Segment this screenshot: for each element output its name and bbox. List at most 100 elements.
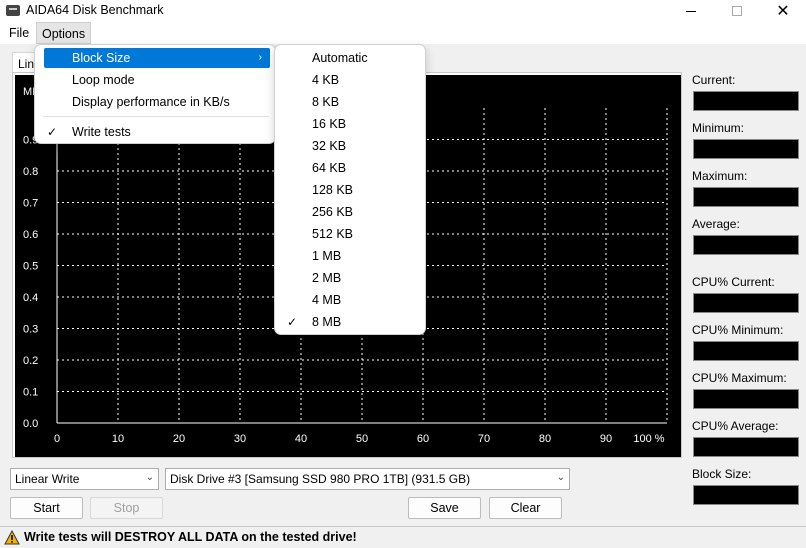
x-tick-label: 20 <box>173 433 185 445</box>
cpu-minimum-value <box>693 341 799 361</box>
y-tick-label: 0.1 <box>23 387 38 399</box>
minimize-button[interactable] <box>668 0 714 22</box>
menu-item-loop-mode[interactable]: Loop mode <box>35 70 275 90</box>
block-size-option[interactable]: 4 KB <box>275 70 425 90</box>
block-size-option-label: 1 MB <box>312 249 342 263</box>
block-size-option-label: 32 KB <box>312 139 347 153</box>
cpu-average-value <box>693 437 799 457</box>
cpu-current-label: CPU% Current: <box>692 275 775 289</box>
block-size-option[interactable]: 2 MB <box>275 268 425 288</box>
block-size-option-label: Automatic <box>312 51 368 65</box>
drive-select[interactable]: Disk Drive #3 [Samsung SSD 980 PRO 1TB] … <box>165 468 570 490</box>
cpu-maximum-value <box>693 389 799 409</box>
y-tick-label: 0.4 <box>23 292 38 304</box>
menu-separator <box>43 116 269 117</box>
x-tick-label: 70 <box>478 433 490 445</box>
x-tick-label: 90 <box>600 433 612 445</box>
x-tick-label: 0 <box>54 433 60 445</box>
maximize-button[interactable] <box>714 0 760 22</box>
minimum-value <box>693 139 799 159</box>
close-icon: ✕ <box>776 3 790 20</box>
block-size-label: Block Size: <box>692 467 752 481</box>
block-size-menu: Automatic 4 KB 8 KB 16 KB 32 KB 64 KB 128 KB 25… <box>274 44 426 335</box>
block-size-option-label: 8 KB <box>312 95 340 109</box>
warning-bar: Write tests will DESTROY ALL DATA on the… <box>0 526 806 548</box>
block-size-option-label: 512 KB <box>312 227 354 241</box>
x-tick-label: 100 % <box>633 433 664 445</box>
x-tick-label: 60 <box>417 433 429 445</box>
maximum-label: Maximum: <box>692 169 748 183</box>
menu-item-write-tests[interactable]: ✓ Write tests <box>35 122 275 142</box>
menu-file[interactable]: File <box>4 22 34 44</box>
checkmark-icon: ✓ <box>47 125 58 139</box>
chevron-down-icon: ⌄ <box>145 472 154 483</box>
block-size-option-label: 4 KB <box>312 73 340 87</box>
block-size-option[interactable]: 512 KB <box>275 224 425 244</box>
menu-item-label: Write tests <box>72 125 131 139</box>
block-size-option-label: 16 KB <box>312 117 347 131</box>
clear-button[interactable]: Clear <box>489 497 562 519</box>
y-tick-label: 0.8 <box>23 166 38 178</box>
menu-item-display-kbs[interactable]: Display performance in KB/s <box>35 92 275 112</box>
block-size-option[interactable]: Automatic <box>275 48 425 68</box>
block-size-option[interactable]: 64 KB <box>275 158 425 178</box>
y-tick-label: 0.0 <box>23 418 38 430</box>
block-size-option[interactable]: 8 KB <box>275 92 425 112</box>
block-size-option[interactable]: 256 KB <box>275 202 425 222</box>
menu-bar: File Options <box>0 22 806 44</box>
block-size-option-label: 2 MB <box>312 271 342 285</box>
y-tick-label: 0.6 <box>23 229 38 241</box>
current-value <box>693 91 799 111</box>
cpu-current-value <box>693 293 799 313</box>
warning-text: Write tests will DESTROY ALL DATA on the… <box>24 530 357 544</box>
window-title: AIDA64 Disk Benchmark <box>26 3 164 17</box>
title-bar: AIDA64 Disk Benchmark ✕ <box>0 0 806 22</box>
x-tick-label: 40 <box>295 433 307 445</box>
block-size-option[interactable]: 16 KB <box>275 114 425 134</box>
block-size-option[interactable]: ✓ 8 MB <box>275 312 425 332</box>
block-size-option-label: 64 KB <box>312 161 347 175</box>
y-tick-label: 0.5 <box>23 261 38 273</box>
checkmark-icon: ✓ <box>287 315 298 329</box>
x-tick-label: 80 <box>539 433 551 445</box>
block-size-option[interactable]: 32 KB <box>275 136 425 156</box>
y-tick-label: 0.2 <box>23 355 38 367</box>
menu-item-label: Block Size <box>72 51 131 65</box>
block-size-value <box>693 485 799 505</box>
block-size-option[interactable]: 4 MB <box>275 290 425 310</box>
chevron-right-icon: › <box>258 52 262 63</box>
x-tick-label: 10 <box>112 433 124 445</box>
menu-options[interactable]: Options <box>36 22 92 44</box>
menu-item-label: Loop mode <box>72 73 135 87</box>
stop-button[interactable]: Stop <box>90 497 163 519</box>
y-tick-label: 0.7 <box>23 198 38 210</box>
cpu-minimum-label: CPU% Minimum: <box>692 323 784 337</box>
cpu-maximum-label: CPU% Maximum: <box>692 371 787 385</box>
start-button[interactable]: Start <box>10 497 83 519</box>
current-label: Current: <box>692 73 736 87</box>
test-type-value: Linear Write <box>15 472 80 486</box>
warning-icon <box>4 530 20 545</box>
close-button[interactable]: ✕ <box>760 0 806 22</box>
block-size-option-label: 8 MB <box>312 315 342 329</box>
app-icon <box>6 5 20 16</box>
chevron-down-icon: ⌄ <box>556 472 565 483</box>
average-label: Average: <box>692 217 740 231</box>
x-tick-label: 50 <box>356 433 368 445</box>
block-size-option-label: 128 KB <box>312 183 354 197</box>
cpu-average-label: CPU% Average: <box>692 419 779 433</box>
maximize-icon <box>732 6 742 16</box>
block-size-option[interactable]: 128 KB <box>275 180 425 200</box>
minimum-label: Minimum: <box>692 121 745 135</box>
block-size-option[interactable]: 1 MB <box>275 246 425 266</box>
block-size-option-label: 4 MB <box>312 293 342 307</box>
menu-item-block-size[interactable]: Block Size › <box>44 48 270 68</box>
drive-value: Disk Drive #3 [Samsung SSD 980 PRO 1TB] … <box>170 472 471 486</box>
menu-item-label: Display performance in KB/s <box>72 95 230 109</box>
test-type-select[interactable]: Linear Write ⌄ <box>10 468 159 490</box>
y-tick-label: 0.3 <box>23 324 38 336</box>
block-size-option-label: 256 KB <box>312 205 354 219</box>
options-menu: Block Size › Loop mode Display performan… <box>34 44 276 144</box>
save-button[interactable]: Save <box>408 497 481 519</box>
minimize-icon <box>686 10 696 12</box>
